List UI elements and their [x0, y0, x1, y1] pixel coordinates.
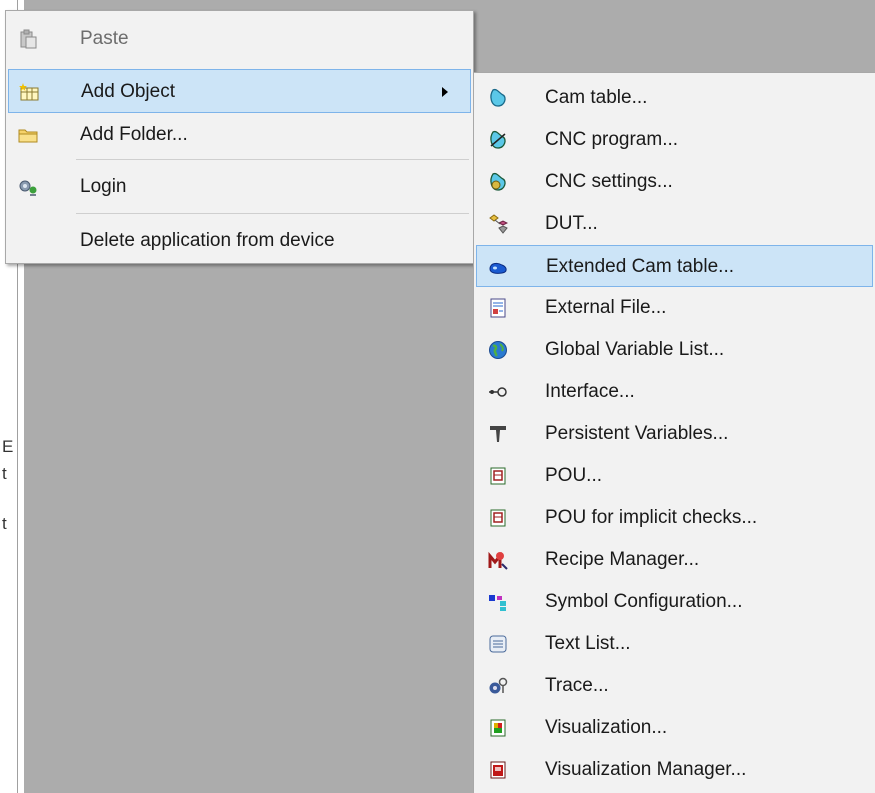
background-text-fragment: t: [2, 514, 7, 533]
login-icon: [18, 177, 38, 197]
submenu-item-label: Cam table...: [545, 87, 648, 108]
submenu-item-label: Persistent Variables...: [545, 423, 729, 444]
external-file-icon: [488, 298, 508, 318]
pou-icon: [488, 466, 508, 486]
submenu-item-persistent-variables[interactable]: Persistent Variables...: [476, 413, 873, 455]
visualization-icon: [488, 718, 508, 738]
folder-icon: [18, 125, 38, 145]
submenu-item-label: External File...: [545, 297, 667, 318]
submenu-item-label: DUT...: [545, 213, 598, 234]
persistent-variables-icon: [488, 424, 508, 444]
submenu-item-visualization[interactable]: Visualization...: [476, 707, 873, 749]
submenu-item-label: POU...: [545, 465, 603, 486]
pou-implicit-checks-icon: [488, 508, 508, 528]
menu-item-add-object[interactable]: Add Object: [8, 69, 471, 113]
background-text-fragment: t: [2, 464, 7, 483]
recipe-manager-icon: [488, 550, 508, 570]
submenu-item-label: Trace...: [545, 675, 609, 696]
submenu-item-dut[interactable]: DUT...: [476, 203, 873, 245]
submenu-item-trace[interactable]: Trace...: [476, 665, 873, 707]
cnc-program-icon: [488, 130, 508, 150]
extended-cam-table-icon: [489, 257, 509, 277]
submenu-arrow-icon: [442, 87, 448, 97]
trace-icon: [488, 676, 508, 696]
menu-item-label: Delete application from device: [80, 230, 335, 251]
add-object-submenu: Cam table... CNC program... CNC settings…: [473, 72, 875, 793]
menu-item-label: Add Folder...: [80, 124, 188, 145]
cam-table-icon: [488, 88, 508, 108]
menu-item-add-folder[interactable]: Add Folder...: [8, 113, 471, 157]
submenu-item-label: Global Variable List...: [545, 339, 725, 360]
submenu-item-label: Visualization Manager...: [545, 759, 747, 780]
submenu-item-symbol-configuration[interactable]: Symbol Configuration...: [476, 581, 873, 623]
submenu-item-label: Text List...: [545, 633, 631, 654]
submenu-item-cnc-program[interactable]: CNC program...: [476, 119, 873, 161]
submenu-item-text-list[interactable]: Text List...: [476, 623, 873, 665]
menu-item-paste[interactable]: Paste: [8, 17, 471, 61]
menu-item-delete-application[interactable]: Delete application from device: [8, 219, 471, 263]
submenu-item-label: Visualization...: [545, 717, 668, 738]
background-text-fragment: E: [2, 437, 14, 456]
symbol-configuration-icon: [488, 592, 508, 612]
submenu-item-label: Recipe Manager...: [545, 549, 700, 570]
submenu-item-label: Interface...: [545, 381, 635, 402]
dut-icon: [488, 214, 508, 234]
interface-icon: [488, 382, 508, 402]
submenu-item-recipe-manager[interactable]: Recipe Manager...: [476, 539, 873, 581]
menu-item-label: Add Object: [81, 81, 175, 102]
submenu-item-pou-implicit-checks[interactable]: POU for implicit checks...: [476, 497, 873, 539]
menu-separator: [76, 159, 469, 160]
add-object-icon: [19, 82, 39, 102]
submenu-item-label: Symbol Configuration...: [545, 591, 743, 612]
paste-icon: [18, 29, 38, 49]
submenu-item-visualization-manager[interactable]: Visualization Manager...: [476, 749, 873, 791]
globe-icon: [488, 340, 508, 360]
menu-item-login[interactable]: Login: [8, 165, 471, 209]
submenu-item-global-variable-list[interactable]: Global Variable List...: [476, 329, 873, 371]
submenu-item-external-file[interactable]: External File...: [476, 287, 873, 329]
submenu-item-label: POU for implicit checks...: [545, 507, 758, 528]
text-list-icon: [488, 634, 508, 654]
submenu-item-interface[interactable]: Interface...: [476, 371, 873, 413]
cnc-settings-icon: [488, 172, 508, 192]
menu-item-label: Paste: [80, 28, 129, 49]
menu-separator: [76, 213, 469, 214]
context-menu: Paste Add Object Add Folder... Login Del…: [5, 10, 474, 264]
submenu-item-extended-cam-table[interactable]: Extended Cam table...: [476, 245, 873, 287]
menu-item-label: Login: [80, 176, 127, 197]
visualization-manager-icon: [488, 760, 508, 780]
submenu-item-cam-table[interactable]: Cam table...: [476, 77, 873, 119]
submenu-item-pou[interactable]: POU...: [476, 455, 873, 497]
submenu-item-cnc-settings[interactable]: CNC settings...: [476, 161, 873, 203]
submenu-item-label: CNC program...: [545, 129, 679, 150]
submenu-item-label: CNC settings...: [545, 171, 673, 192]
submenu-item-label: Extended Cam table...: [546, 256, 734, 277]
